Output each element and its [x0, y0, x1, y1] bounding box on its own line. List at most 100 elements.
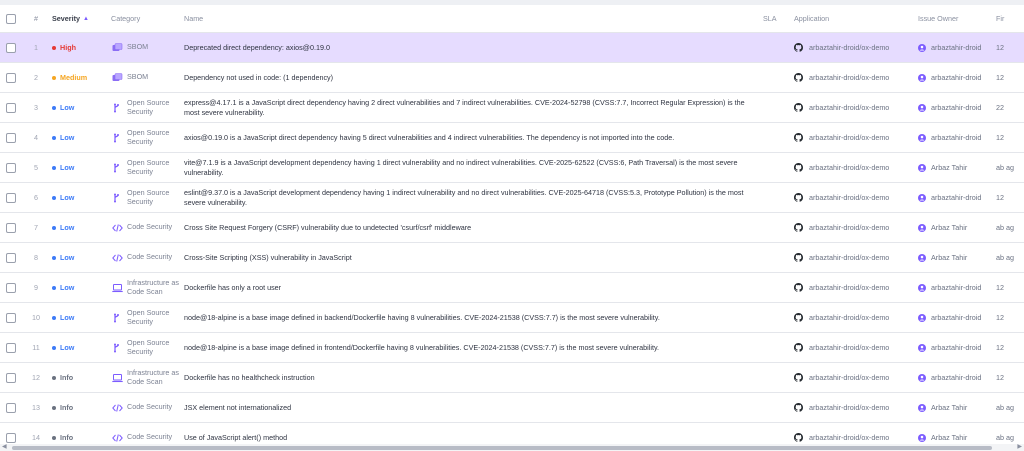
row-checkbox[interactable] — [6, 132, 16, 143]
table-row[interactable]: 9 Low Infrastructure as Code Scan Docker… — [0, 273, 1024, 303]
application-label: arbaztahir-droid/ox-demo — [809, 403, 890, 412]
owner-cell[interactable]: Arbaz Tahir — [918, 213, 992, 242]
row-checkbox[interactable] — [6, 282, 16, 293]
application-cell[interactable]: arbaztahir-droid/ox-demo — [794, 183, 914, 212]
issue-name[interactable]: vite@7.1.9 is a JavaScript development d… — [184, 153, 760, 182]
table-row[interactable]: 11 Low Open Source Security node@18-alpi… — [0, 333, 1024, 363]
header-application[interactable]: Application — [794, 5, 914, 32]
issue-name[interactable]: eslint@9.37.0 is a JavaScript developmen… — [184, 183, 760, 212]
row-checkbox-cell — [6, 273, 18, 302]
github-icon — [794, 223, 809, 232]
row-checkbox[interactable] — [6, 162, 16, 173]
owner-cell[interactable]: arbaztahir-droid — [918, 183, 992, 212]
row-checkbox[interactable] — [6, 432, 16, 443]
table-row[interactable]: 5 Low Open Source Security vite@7.1.9 is… — [0, 153, 1024, 183]
owner-cell[interactable]: arbaztahir-droid — [918, 333, 992, 362]
scroll-thumb[interactable] — [12, 446, 992, 450]
issue-name[interactable]: node@18-alpine is a base image defined i… — [184, 333, 760, 362]
issue-name[interactable]: Deprecated direct dependency: axios@0.19… — [184, 33, 760, 62]
github-icon — [794, 403, 809, 412]
scroll-left-icon[interactable]: ◀ — [2, 444, 7, 451]
header-category[interactable]: Category — [111, 5, 181, 32]
row-checkbox[interactable] — [6, 102, 16, 113]
horizontal-scrollbar[interactable]: ◀ ▶ — [0, 444, 1024, 451]
table-row[interactable]: 7 Low Code Security Cross Site Request F… — [0, 213, 1024, 243]
sla-cell — [763, 363, 793, 392]
row-checkbox[interactable] — [6, 372, 16, 383]
code-icon — [111, 222, 123, 234]
row-checkbox[interactable] — [6, 402, 16, 413]
table-row[interactable]: 10 Low Open Source Security node@18-alpi… — [0, 303, 1024, 333]
owner-cell[interactable]: arbaztahir-droid — [918, 123, 992, 152]
sort-icon[interactable]: ▲︎ — [83, 16, 89, 22]
header-sla[interactable]: SLA — [763, 5, 793, 32]
first-seen-cell: 12 — [996, 343, 1004, 352]
application-cell[interactable]: arbaztahir-droid/ox-demo — [794, 303, 914, 332]
table-row[interactable]: 2 Medium SBOM Dependency not used in cod… — [0, 63, 1024, 93]
application-cell[interactable]: arbaztahir-droid/ox-demo — [794, 363, 914, 392]
issue-name[interactable]: Cross-Site Scripting (XSS) vulnerability… — [184, 243, 760, 272]
table-row[interactable]: 8 Low Code Security Cross-Site Scripting… — [0, 243, 1024, 273]
application-cell[interactable]: arbaztahir-droid/ox-demo — [794, 243, 914, 272]
table-row[interactable]: 12 Info Infrastructure as Code Scan Dock… — [0, 363, 1024, 393]
row-checkbox-cell — [6, 213, 18, 242]
row-checkbox[interactable] — [6, 252, 16, 263]
user-avatar-icon — [918, 403, 931, 412]
issue-name[interactable]: express@4.17.1 is a JavaScript direct de… — [184, 93, 760, 122]
issue-name[interactable]: axios@0.19.0 is a JavaScript direct depe… — [184, 123, 760, 152]
select-all-cell — [6, 5, 18, 32]
select-all-checkbox[interactable] — [6, 13, 16, 24]
row-checkbox[interactable] — [6, 72, 16, 83]
row-checkbox[interactable] — [6, 222, 16, 233]
github-icon — [794, 193, 809, 202]
scroll-right-icon[interactable]: ▶ — [1017, 444, 1022, 451]
table-row[interactable]: 6 Low Open Source Security eslint@9.37.0… — [0, 183, 1024, 213]
application-cell[interactable]: arbaztahir-droid/ox-demo — [794, 63, 914, 92]
header-first-seen[interactable]: Fir — [996, 5, 1024, 32]
owner-cell[interactable]: arbaztahir-droid — [918, 273, 992, 302]
row-checkbox[interactable] — [6, 342, 16, 353]
severity-dot-icon — [52, 225, 56, 230]
application-cell[interactable]: arbaztahir-droid/ox-demo — [794, 33, 914, 62]
application-cell[interactable]: arbaztahir-droid/ox-demo — [794, 93, 914, 122]
laptop-icon — [111, 282, 123, 294]
application-cell[interactable]: arbaztahir-droid/ox-demo — [794, 333, 914, 362]
issue-name[interactable]: JSX element not internationalized — [184, 393, 760, 422]
owner-cell[interactable]: Arbaz Tahir — [918, 243, 992, 272]
application-cell[interactable]: arbaztahir-droid/ox-demo — [794, 393, 914, 422]
owner-cell[interactable]: Arbaz Tahir — [918, 393, 992, 422]
row-index: 4 — [34, 133, 38, 142]
sla-cell — [763, 303, 793, 332]
table-row[interactable]: 13 Info Code Security JSX element not in… — [0, 393, 1024, 423]
application-cell[interactable]: arbaztahir-droid/ox-demo — [794, 273, 914, 302]
owner-cell[interactable]: arbaztahir-droid — [918, 33, 992, 62]
owner-cell[interactable]: arbaztahir-droid — [918, 363, 992, 392]
owner-cell[interactable]: arbaztahir-droid — [918, 93, 992, 122]
header-severity[interactable]: Severity ▲︎ — [52, 5, 108, 32]
table-row[interactable]: 4 Low Open Source Security axios@0.19.0 … — [0, 123, 1024, 153]
owner-cell[interactable]: arbaztahir-droid — [918, 63, 992, 92]
issue-name[interactable]: Dockerfile has only a root user — [184, 273, 760, 302]
owner-cell[interactable]: arbaztahir-droid — [918, 303, 992, 332]
issue-name[interactable]: Dockerfile has no healthcheck instructio… — [184, 363, 760, 392]
category-label: Open Source Security — [127, 308, 170, 326]
row-checkbox[interactable] — [6, 312, 16, 323]
owner-label: Arbaz Tahir — [931, 253, 968, 262]
row-checkbox[interactable] — [6, 42, 16, 53]
issue-name[interactable]: node@18-alpine is a base image defined i… — [184, 303, 760, 332]
application-cell[interactable]: arbaztahir-droid/ox-demo — [794, 123, 914, 152]
category-label: Code Security — [127, 402, 173, 412]
application-cell[interactable]: arbaztahir-droid/ox-demo — [794, 213, 914, 242]
category-label: SBOM — [127, 42, 149, 52]
table-row[interactable]: 3 Low Open Source Security express@4.17.… — [0, 93, 1024, 123]
owner-cell[interactable]: Arbaz Tahir — [918, 153, 992, 182]
header-name[interactable]: Name — [184, 5, 760, 32]
issue-name[interactable]: Cross Site Request Forgery (CSRF) vulner… — [184, 213, 760, 242]
row-checkbox-cell — [6, 93, 18, 122]
row-checkbox[interactable] — [6, 192, 16, 203]
header-issue-owner[interactable]: Issue Owner — [918, 5, 992, 32]
table-row[interactable]: 1 High SBOM Deprecated direct dependency… — [0, 33, 1024, 63]
issue-name[interactable]: Dependency not used in code: (1 dependen… — [184, 63, 760, 92]
first-seen-cell: ab ag — [996, 223, 1014, 232]
application-cell[interactable]: arbaztahir-droid/ox-demo — [794, 153, 914, 182]
